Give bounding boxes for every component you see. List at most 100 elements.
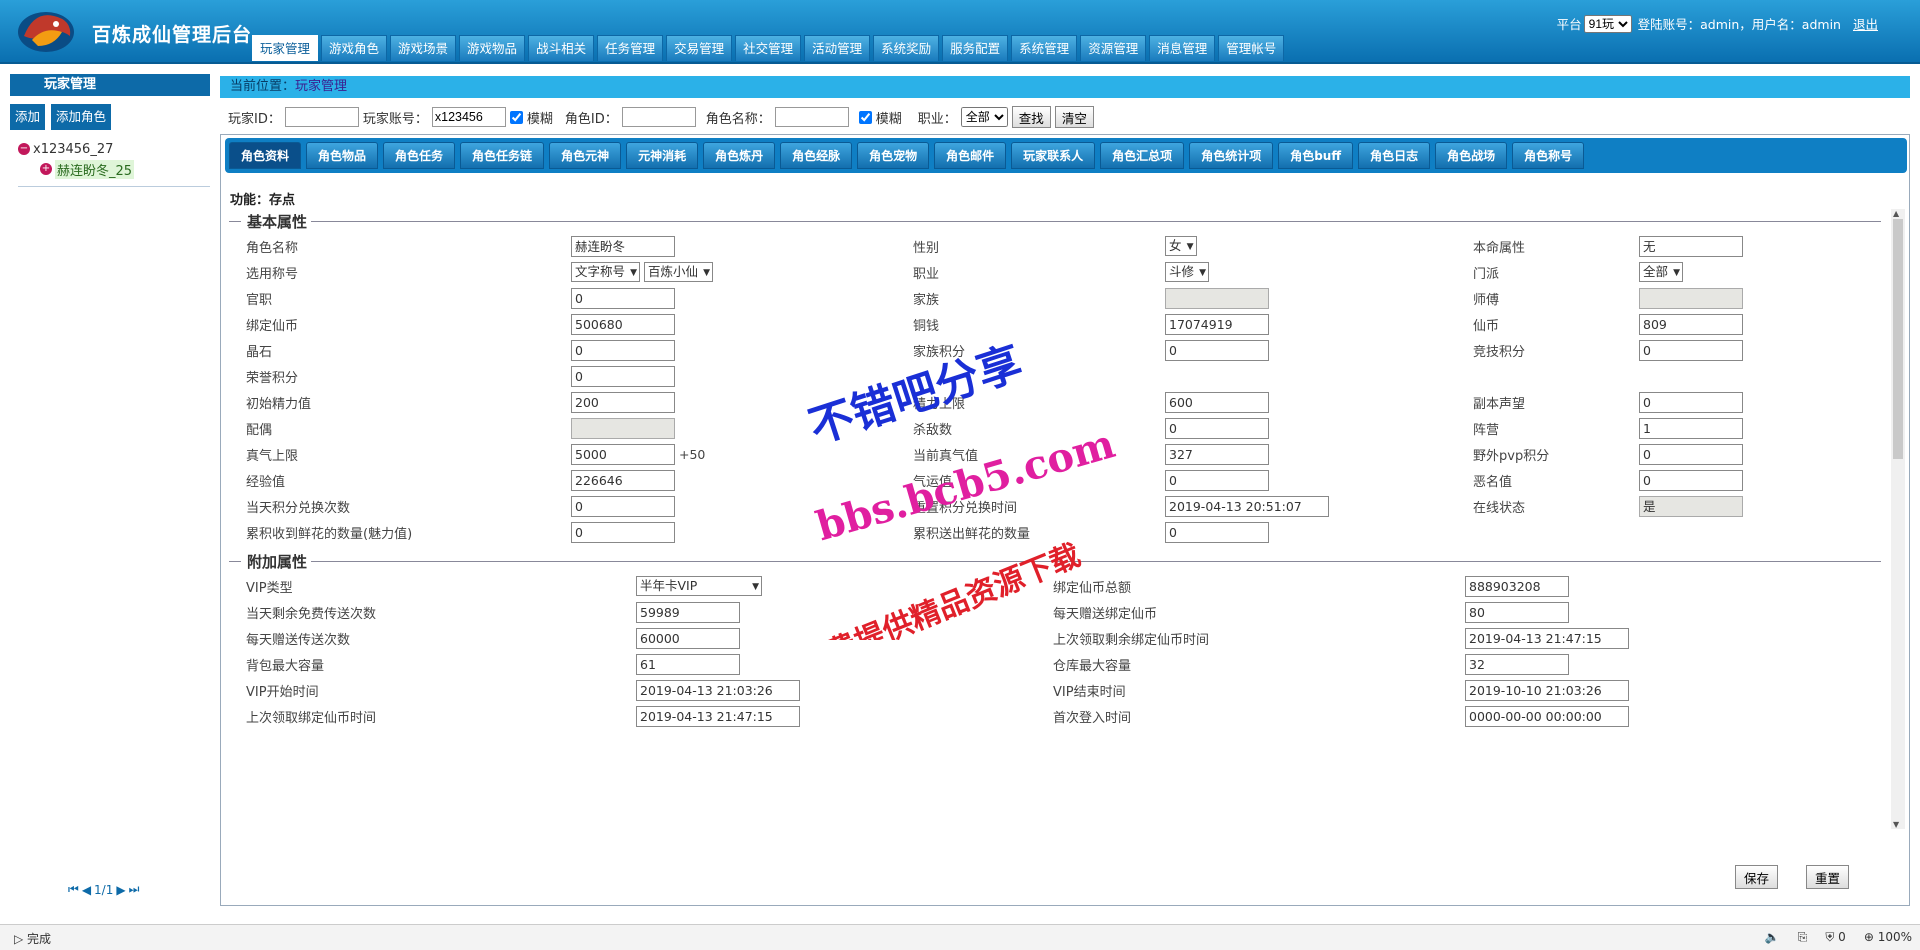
nav-item-10[interactable]: 服务配置 bbox=[942, 35, 1009, 61]
basic-field-input[interactable]: 0 bbox=[571, 287, 675, 309]
scroll-down-icon[interactable]: ▼ bbox=[1893, 820, 1899, 829]
nav-item-14[interactable]: 管理帐号 bbox=[1218, 35, 1285, 61]
extra-field-input[interactable]: 888903208 bbox=[1465, 575, 1569, 597]
form-scroll-area[interactable]: 基本属性 角色名称 赫连盼冬 性别 女 本命属性 无选用称号 文字称号百炼小仙 职业 斗修 门派 全… bbox=[221, 209, 1889, 829]
basic-field-input[interactable]: 600 bbox=[1165, 391, 1269, 413]
extra-field-input[interactable]: 80 bbox=[1465, 601, 1569, 623]
find-button[interactable]: 查找 bbox=[1011, 106, 1051, 128]
tab-11[interactable]: 角色汇总项 bbox=[1100, 142, 1185, 169]
nav-item-1[interactable]: 游戏角色 bbox=[321, 35, 388, 61]
nav-item-2[interactable]: 游戏场景 bbox=[390, 35, 457, 61]
tab-10[interactable]: 玩家联系人 bbox=[1011, 142, 1096, 169]
basic-field-select[interactable]: 女 bbox=[1165, 236, 1197, 256]
nav-item-4[interactable]: 战斗相关 bbox=[528, 35, 595, 61]
role-name-input[interactable] bbox=[774, 107, 849, 127]
basic-field-input[interactable]: 5000 bbox=[571, 443, 675, 465]
basic-field-input[interactable]: 0 bbox=[571, 495, 675, 517]
role-fuzzy-checkbox[interactable] bbox=[858, 110, 872, 124]
tree-node-player[interactable]: − x123456_27 bbox=[18, 140, 210, 158]
logout-link[interactable]: 退出 bbox=[1853, 14, 1878, 33]
add-button[interactable]: 添加 bbox=[10, 104, 46, 130]
role-id-input[interactable] bbox=[621, 107, 696, 127]
basic-field-input[interactable]: 0 bbox=[1639, 339, 1743, 361]
extra-field-input[interactable]: 2019-04-13 21:47:15 bbox=[636, 705, 800, 727]
basic-field-select[interactable]: 文字称号 bbox=[571, 262, 641, 282]
extra-field-input[interactable]: 61 bbox=[636, 653, 740, 675]
vertical-scrollbar[interactable]: ▲ ▼ bbox=[1891, 209, 1905, 829]
basic-field-input[interactable]: 0 bbox=[1639, 443, 1743, 465]
tab-15[interactable]: 角色战场 bbox=[1435, 142, 1508, 169]
nav-item-11[interactable]: 系统管理 bbox=[1011, 35, 1078, 61]
tab-3[interactable]: 角色任务链 bbox=[460, 142, 545, 169]
add-role-button[interactable]: 添加角色 bbox=[51, 104, 112, 130]
nav-item-3[interactable]: 游戏物品 bbox=[459, 35, 526, 61]
tab-1[interactable]: 角色物品 bbox=[306, 142, 379, 169]
reset-button[interactable]: 重置 bbox=[1805, 865, 1849, 889]
basic-field-input[interactable]: 0 bbox=[1165, 417, 1269, 439]
extra-field-input[interactable]: 2019-04-13 21:47:15 bbox=[1465, 627, 1629, 649]
nav-item-12[interactable]: 资源管理 bbox=[1080, 35, 1147, 61]
tab-9[interactable]: 角色邮件 bbox=[934, 142, 1007, 169]
platform-select[interactable]: 91玩 bbox=[1583, 14, 1632, 33]
player-id-input[interactable] bbox=[284, 107, 359, 127]
nav-item-0[interactable]: 玩家管理 bbox=[252, 35, 319, 61]
extra-field-input[interactable]: 60000 bbox=[636, 627, 740, 649]
basic-field-input[interactable]: 0 bbox=[571, 339, 675, 361]
basic-field-input[interactable]: 0 bbox=[1639, 391, 1743, 413]
last-page-icon[interactable]: ⏭ bbox=[129, 882, 140, 897]
basic-field-input[interactable]: 2019-04-13 20:51:07 bbox=[1165, 495, 1329, 517]
tab-4[interactable]: 角色元神 bbox=[549, 142, 622, 169]
tab-12[interactable]: 角色统计项 bbox=[1189, 142, 1274, 169]
job-select[interactable]: 全部 bbox=[960, 107, 1008, 127]
extra-field-select[interactable]: 半年卡VIP bbox=[636, 576, 762, 596]
account-fuzzy-checkbox[interactable] bbox=[509, 110, 523, 124]
basic-field-input[interactable]: 500680 bbox=[571, 313, 675, 335]
basic-field-select[interactable]: 全部 bbox=[1639, 262, 1684, 282]
zoom-level[interactable]: ⊕ 100% bbox=[1864, 930, 1912, 945]
account-input[interactable] bbox=[431, 107, 506, 127]
basic-field-select[interactable]: 百炼小仙 bbox=[644, 262, 714, 282]
nav-item-6[interactable]: 交易管理 bbox=[666, 35, 733, 61]
nav-item-9[interactable]: 系统奖励 bbox=[873, 35, 940, 61]
first-page-icon[interactable]: ⏮ bbox=[68, 882, 79, 897]
basic-field-input[interactable]: 226646 bbox=[571, 469, 675, 491]
tab-16[interactable]: 角色称号 bbox=[1512, 142, 1585, 169]
basic-field-input[interactable]: 0 bbox=[571, 521, 675, 543]
tab-2[interactable]: 角色任务 bbox=[383, 142, 456, 169]
basic-field-input[interactable]: 0 bbox=[1165, 339, 1269, 361]
basic-field-input[interactable]: 赫连盼冬 bbox=[571, 235, 675, 257]
tab-6[interactable]: 角色炼丹 bbox=[703, 142, 776, 169]
basic-field-input[interactable]: 0 bbox=[1165, 469, 1269, 491]
tab-8[interactable]: 角色宠物 bbox=[857, 142, 930, 169]
clear-button[interactable]: 清空 bbox=[1054, 106, 1094, 128]
extra-field-input[interactable]: 2019-10-10 21:03:26 bbox=[1465, 679, 1629, 701]
next-page-icon[interactable]: ▶ bbox=[116, 883, 125, 897]
tab-13[interactable]: 角色buff bbox=[1278, 142, 1354, 169]
expand-icon[interactable]: + bbox=[40, 163, 52, 175]
extra-field-input[interactable]: 32 bbox=[1465, 653, 1569, 675]
scroll-up-icon[interactable]: ▲ bbox=[1893, 209, 1899, 218]
basic-field-input[interactable]: 200 bbox=[571, 391, 675, 413]
nav-item-13[interactable]: 消息管理 bbox=[1149, 35, 1216, 61]
basic-field-input[interactable]: 0 bbox=[1165, 521, 1269, 543]
basic-field-input[interactable]: 无 bbox=[1639, 235, 1743, 257]
security-icon[interactable]: ⛨ 0 bbox=[1825, 930, 1845, 945]
extra-field-input[interactable]: 2019-04-13 21:03:26 bbox=[636, 679, 800, 701]
tab-7[interactable]: 角色经脉 bbox=[780, 142, 853, 169]
tab-14[interactable]: 角色日志 bbox=[1358, 142, 1431, 169]
basic-field-input[interactable]: 0 bbox=[571, 365, 675, 387]
breadcrumb-current[interactable]: 玩家管理 bbox=[295, 79, 347, 94]
nav-item-7[interactable]: 社交管理 bbox=[735, 35, 802, 61]
basic-field-select[interactable]: 斗修 bbox=[1165, 262, 1210, 282]
scrollbar-thumb[interactable] bbox=[1893, 219, 1903, 459]
clipboard-icon[interactable]: ⎘ bbox=[1798, 930, 1808, 945]
basic-field-input[interactable]: 1 bbox=[1639, 417, 1743, 439]
save-button[interactable]: 保存 bbox=[1734, 865, 1778, 889]
nav-item-5[interactable]: 任务管理 bbox=[597, 35, 664, 61]
extra-field-input[interactable]: 0000-00-00 00:00:00 bbox=[1465, 705, 1629, 727]
tab-5[interactable]: 元神消耗 bbox=[626, 142, 699, 169]
basic-field-input[interactable]: 809 bbox=[1639, 313, 1743, 335]
extra-field-input[interactable]: 59989 bbox=[636, 601, 740, 623]
collapse-icon[interactable]: − bbox=[18, 143, 30, 155]
prev-page-icon[interactable]: ◀ bbox=[82, 883, 91, 897]
